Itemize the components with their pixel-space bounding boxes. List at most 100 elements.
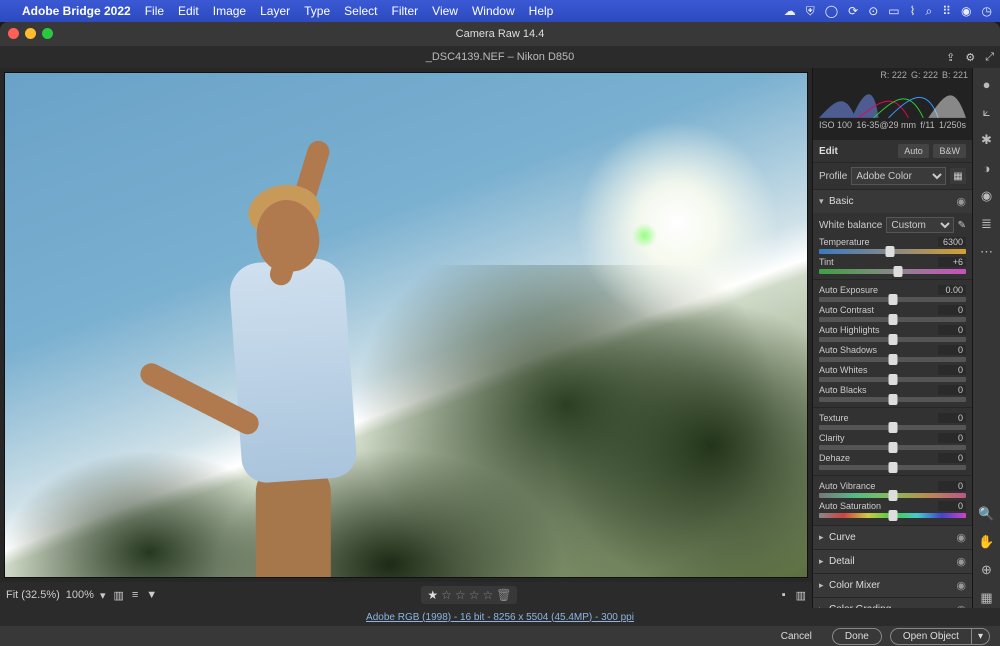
slider-track[interactable] [819,357,966,362]
slider-thumb[interactable] [888,422,897,433]
slider-track[interactable] [819,465,966,470]
edit-tool-icon[interactable]: ● [977,74,997,94]
done-button[interactable]: Done [832,628,882,645]
slider-track[interactable] [819,269,966,274]
slider-thumb[interactable] [885,246,894,257]
search-icon[interactable]: ⌕ [926,4,933,19]
star-3[interactable]: ☆ [455,588,466,602]
open-object-dropdown[interactable]: ▾ [971,628,990,645]
slider-value[interactable]: 0 [938,365,966,375]
mask-tool-icon[interactable]: ◑ [977,158,997,178]
star-2[interactable]: ☆ [441,588,452,602]
heal-tool-icon[interactable]: ✱ [977,130,997,150]
star-4[interactable]: ☆ [469,588,480,602]
slider-track[interactable] [819,337,966,342]
settings-gear-icon[interactable]: ⚙ [965,51,975,64]
control-center-icon[interactable]: ⠿ [942,4,951,18]
section-header[interactable]: ▸ Color Mixer ◉ [813,574,972,597]
histogram[interactable]: R: 222 G: 222 B: 221 ISO 100 16-35@29 mm… [813,68,972,140]
filter-icon[interactable]: ≡ [132,589,138,601]
slider-value[interactable]: 0 [938,413,966,423]
star-5[interactable]: ☆ [482,588,493,602]
slider-thumb[interactable] [888,462,897,473]
section-basic-header[interactable]: ▾ Basic ◉ [813,190,972,213]
eye-icon[interactable]: ◉ [956,531,966,544]
profile-browser-icon[interactable]: ▦ [950,168,966,184]
workflow-link[interactable]: Adobe RGB (1998) - 16 bit - 8256 x 5504 … [0,608,1000,626]
menu-image[interactable]: Image [213,4,246,18]
fit-zoom-button[interactable]: Fit (32.5%) [6,589,60,601]
slider-thumb[interactable] [888,490,897,501]
close-window-button[interactable] [8,28,19,39]
funnel-icon[interactable]: ▼ [146,589,157,601]
slider-track[interactable] [819,297,966,302]
slider-track[interactable] [819,493,966,498]
menu-file[interactable]: File [145,4,164,18]
slider-value[interactable]: 0 [938,345,966,355]
redeye-tool-icon[interactable]: ◉ [977,186,997,206]
image-preview[interactable] [4,72,808,578]
slider-track[interactable] [819,249,966,254]
menu-view[interactable]: View [432,4,458,18]
slider-thumb[interactable] [888,510,897,521]
slider-track[interactable] [819,377,966,382]
clock-icon[interactable]: ◷ [982,4,992,18]
crop-tool-icon[interactable]: ⟀ [977,102,997,122]
eyedropper-icon[interactable]: ✎ [958,220,966,231]
status-icon[interactable]: ◯ [825,4,838,18]
slider-thumb[interactable] [888,314,897,325]
presets-icon[interactable]: ≣ [977,214,997,234]
menu-help[interactable]: Help [529,4,554,18]
status-icon[interactable]: ⛨ [806,4,815,19]
status-icon[interactable]: ⟳ [848,4,858,18]
slider-thumb[interactable] [888,442,897,453]
slider-thumb[interactable] [888,334,897,345]
menu-filter[interactable]: Filter [392,4,419,18]
star-1[interactable]: ★ [427,588,438,602]
bw-button[interactable]: B&W [933,144,966,158]
grid-tool-icon[interactable]: ▦ [977,588,997,608]
filmstrip-icon[interactable]: ▪ [782,589,786,602]
minimize-window-button[interactable] [25,28,36,39]
slider-thumb[interactable] [888,374,897,385]
share-icon[interactable]: ⇪ [946,51,955,64]
trash-icon[interactable]: 🗑 [496,588,511,602]
menu-window[interactable]: Window [472,4,515,18]
slider-value[interactable]: 0 [938,433,966,443]
slider-track[interactable] [819,513,966,518]
app-name[interactable]: Adobe Bridge 2022 [22,4,131,18]
slider-value[interactable]: 0 [938,305,966,315]
eye-icon[interactable]: ◉ [956,195,966,208]
sampler-tool-icon[interactable]: ⊕ [977,560,997,580]
slider-thumb[interactable] [888,354,897,365]
compare-icon[interactable]: ▥ [113,589,123,602]
maximize-window-button[interactable] [42,28,53,39]
slider-value[interactable]: 0 [938,453,966,463]
slider-track[interactable] [819,397,966,402]
slider-value[interactable]: 0 [938,385,966,395]
slider-value[interactable]: 0.00 [938,285,966,295]
fullscreen-icon[interactable]: ⤢ [985,51,994,64]
slider-value[interactable]: 0 [938,481,966,491]
slider-track[interactable] [819,445,966,450]
zoom-level[interactable]: 100% [66,589,94,601]
slider-track[interactable] [819,317,966,322]
section-header[interactable]: ▸ Detail ◉ [813,550,972,573]
slider-value[interactable]: +6 [938,257,966,267]
wb-select[interactable]: Custom [886,217,953,233]
slider-value[interactable]: 0 [938,325,966,335]
status-icon[interactable]: ☁ [784,4,796,18]
auto-button[interactable]: Auto [898,144,929,158]
open-object-button[interactable]: Open Object [890,628,971,645]
slider-value[interactable]: 0 [938,501,966,511]
grid-view-icon[interactable]: ▥ [796,589,806,602]
wifi-icon[interactable]: ⌇ [910,4,916,18]
profile-select[interactable]: Adobe Color [851,167,946,185]
section-header[interactable]: ▸ Color Grading ◉ [813,598,972,608]
menu-edit[interactable]: Edit [178,4,199,18]
more-icon[interactable]: ⋯ [977,242,997,262]
cancel-button[interactable]: Cancel [769,629,824,644]
status-icon[interactable]: ⊙ [868,4,878,18]
eye-icon[interactable]: ◉ [956,555,966,568]
menu-type[interactable]: Type [304,4,330,18]
